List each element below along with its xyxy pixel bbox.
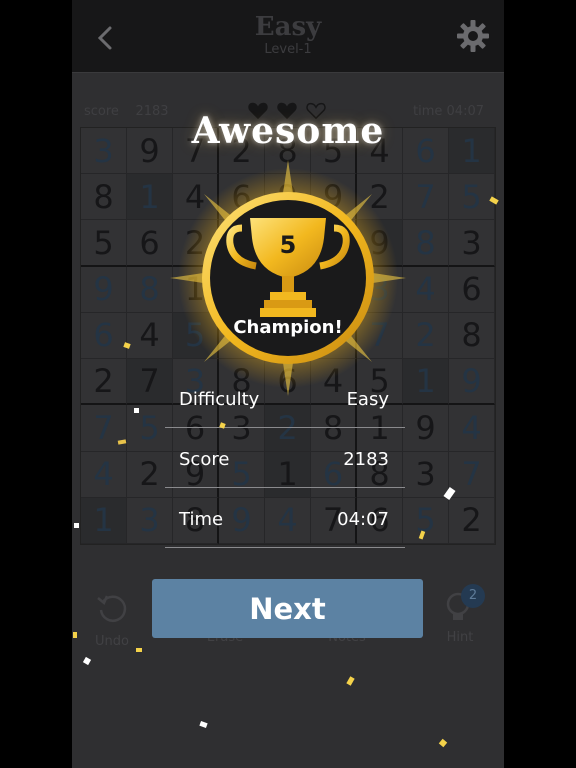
confetti [134, 408, 139, 413]
next-button[interactable]: Next [152, 579, 423, 638]
confetti [199, 720, 208, 729]
time-label: Time [179, 509, 224, 530]
confetti [443, 486, 456, 501]
result-row-difficulty: Difficulty Easy [165, 367, 405, 428]
trophy-medal [170, 160, 406, 396]
confetti [82, 656, 92, 666]
confetti [117, 439, 127, 445]
confetti [136, 648, 142, 652]
confetti [418, 530, 426, 540]
time-value: 04:07 [337, 509, 389, 530]
difficulty-label: Difficulty [179, 389, 260, 410]
confetti [74, 523, 79, 528]
confetti [346, 676, 355, 686]
trophy-label: Champion! [233, 317, 343, 338]
result-row-time: Time 04:07 [165, 487, 405, 548]
confetti [489, 196, 499, 205]
difficulty-value: Easy [346, 389, 389, 410]
result-title: Awesome [191, 110, 385, 152]
confetti [123, 342, 131, 349]
score-row-value: 2183 [343, 449, 389, 470]
trophy-number: 5 [279, 231, 297, 259]
result-overlay: Awesome 5 Champion! Difficulty Easy Scor… [0, 0, 576, 768]
confetti [73, 632, 77, 638]
score-row-label: Score [179, 449, 230, 470]
result-row-score: Score 2183 [165, 427, 405, 488]
confetti [438, 738, 448, 748]
